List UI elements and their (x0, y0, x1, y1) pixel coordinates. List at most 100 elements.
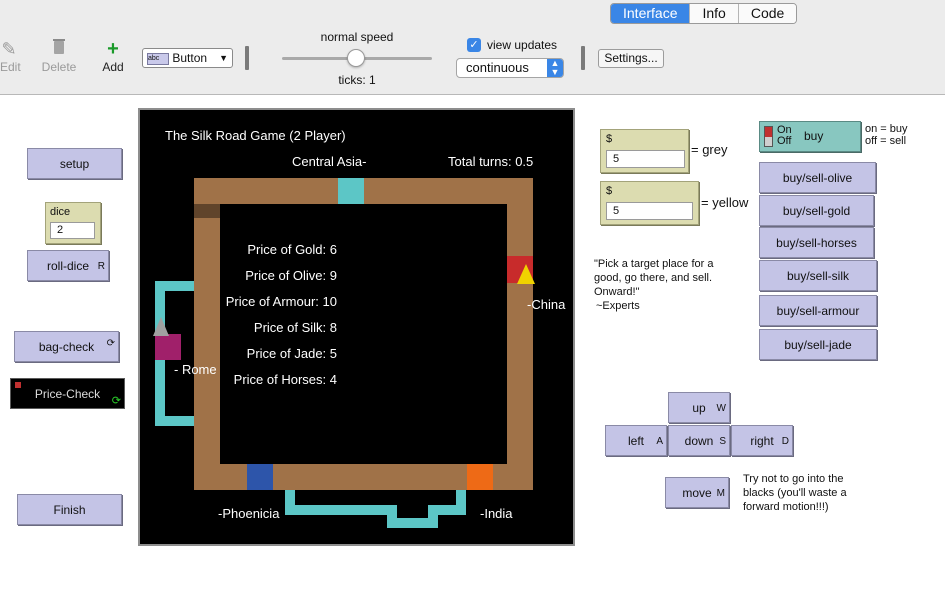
edit-tool[interactable]: ✎ Edit (0, 38, 21, 74)
switch-variable-label: buy (804, 129, 824, 143)
roll-dice-button[interactable]: roll-dice R (27, 250, 109, 281)
switch-toggle-icon (764, 126, 773, 147)
bag-check-button[interactable]: bag-check ⟳ (14, 331, 119, 362)
edit-label: Edit (0, 60, 21, 74)
updown-icon: ▲ ▼ (547, 59, 563, 77)
phoenicia-india-route (285, 490, 466, 528)
view-updates-checkbox[interactable]: ✓ (467, 38, 481, 52)
finish-label: Finish (53, 503, 86, 517)
setup-button[interactable]: setup (27, 148, 122, 179)
move-label: move (682, 486, 712, 500)
money-label: $ (606, 133, 613, 145)
widget-type-select[interactable]: abc Button ▼ (142, 48, 233, 68)
total-turns: Total turns: 0.5 (448, 154, 534, 169)
speed-slider-thumb[interactable] (347, 49, 365, 67)
bag-check-label: bag-check (38, 340, 95, 354)
switch-off-label: Off (777, 135, 792, 147)
experts-attribution: ~Experts (596, 300, 640, 312)
left-button[interactable]: left A (605, 425, 667, 456)
right-button[interactable]: right D (731, 425, 793, 456)
toolbar: Interface Info Code ✎ Edit Delete + Add … (0, 0, 945, 95)
dice-input: dice 2 (45, 202, 101, 244)
speed-label: normal speed (320, 30, 394, 44)
dice-value-field[interactable]: 2 (50, 222, 95, 239)
ticks-counter: ticks: 1 (338, 73, 376, 87)
buy-sell-armour-button[interactable]: buy/sell-armour (759, 295, 877, 326)
add-label: Add (102, 60, 124, 74)
buy-sell-silk-button[interactable]: buy/sell-silk (759, 260, 877, 291)
black-patch (244, 450, 314, 464)
hotkey-r: R (97, 261, 105, 272)
central-asia-tile (338, 178, 364, 204)
hotkey-s: S (719, 436, 726, 447)
phoenicia-label: -Phoenicia (218, 506, 280, 521)
experts-quote-text: "Pick a target place for a good, go ther… (594, 258, 714, 298)
delete-label: Delete (41, 60, 77, 74)
add-tool[interactable]: + Add (98, 38, 128, 74)
pencil-icon: ✎ (1, 39, 17, 59)
price-check-label: Price-Check (34, 387, 101, 401)
toolbar-divider (581, 46, 585, 70)
yellow-money-input: $ 5 (600, 181, 699, 225)
tab-interface[interactable]: Interface (611, 4, 691, 23)
settings-button[interactable]: Settings... (598, 49, 664, 68)
finish-button[interactable]: Finish (17, 494, 122, 525)
view-title: The Silk Road Game (2 Player) (165, 128, 346, 143)
buy-sell-armour-label: buy/sell-armour (776, 304, 860, 318)
buy-sell-gold-button[interactable]: buy/sell-gold (759, 195, 874, 226)
buy-sell-horses-button[interactable]: buy/sell-horses (759, 227, 874, 258)
china-label: -China (527, 297, 566, 312)
buy-sell-jade-button[interactable]: buy/sell-jade (759, 329, 877, 360)
move-button[interactable]: move M (665, 477, 729, 508)
up-button[interactable]: up W (668, 392, 730, 423)
button-widget-icon: abc (147, 52, 169, 65)
hotkey-d: D (781, 436, 789, 447)
plus-icon: + (107, 38, 119, 60)
buy-sell-silk-label: buy/sell-silk (786, 269, 849, 283)
buy-sell-olive-button[interactable]: buy/sell-olive (759, 162, 876, 193)
running-indicator-icon (15, 382, 21, 388)
black-patch (464, 270, 507, 284)
up-label: up (692, 401, 706, 415)
yellow-money-field[interactable]: 5 (606, 202, 693, 220)
black-patch (181, 204, 221, 218)
update-mode-dropdown[interactable]: continuous ▲ ▼ (456, 58, 564, 78)
india-tile (467, 464, 493, 490)
update-mode-value: continuous (466, 60, 529, 75)
price-check-button[interactable]: Price-Check ⟳ (10, 378, 125, 409)
caret-down-icon: ▼ (219, 53, 228, 63)
hotkey-m: M (716, 488, 725, 499)
right-label: right (750, 434, 774, 448)
tab-code[interactable]: Code (738, 4, 797, 23)
tab-bar: Interface Info Code (610, 3, 798, 24)
forever-icon: ⟳ (111, 395, 121, 407)
widget-type-label: Button (172, 51, 208, 65)
view-updates-label: view updates (487, 38, 558, 52)
price-list: Price of Gold: 6 Price of Olive: 9 Price… (200, 242, 337, 398)
movement-warning: Try not to go into the blacks (you'll wa… (743, 473, 847, 513)
buy-switch[interactable]: On Off buy (759, 121, 861, 152)
down-label: down (684, 434, 714, 448)
india-label: -India (480, 506, 513, 521)
grey-money-input: $ 5 (600, 129, 689, 173)
switch-note-on: on = buy (865, 123, 908, 135)
money-label: $ (606, 185, 613, 197)
experts-quote: "Pick a target place for a good, go ther… (594, 257, 734, 313)
buy-sell-jade-label: buy/sell-jade (784, 338, 852, 352)
price-olive: Price of Olive: 9 (245, 268, 337, 283)
toolbar-divider (245, 46, 249, 70)
delete-tool[interactable]: Delete (40, 38, 78, 74)
switch-note-off: off = sell (865, 135, 907, 147)
trash-icon (40, 38, 78, 60)
roll-dice-label: roll-dice (46, 259, 89, 273)
down-button[interactable]: down S (668, 425, 730, 456)
yellow-owner-label: = yellow (701, 195, 749, 210)
price-silk: Price of Silk: 8 (253, 320, 337, 335)
grey-money-field[interactable]: 5 (606, 150, 685, 168)
tab-info[interactable]: Info (690, 4, 739, 23)
buy-sell-horses-label: buy/sell-horses (776, 236, 857, 250)
world-view[interactable]: The Silk Road Game (2 Player) Central As… (138, 108, 575, 546)
price-horses: Price of Horses: 4 (233, 372, 337, 387)
setup-label: setup (59, 157, 90, 171)
buy-sell-olive-label: buy/sell-olive (782, 171, 853, 185)
